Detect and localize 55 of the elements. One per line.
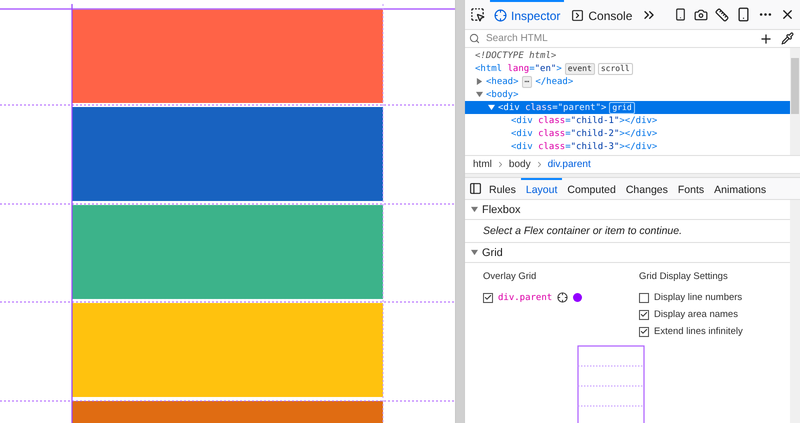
markup-row[interactable]: <div class="child-2"></div> bbox=[465, 127, 790, 140]
collapsed-badge[interactable]: ⋯ bbox=[522, 76, 532, 88]
breadcrumb[interactable]: div.parent bbox=[548, 159, 591, 170]
markup-line: <html lang="en"> bbox=[475, 64, 562, 74]
devtools-tab[interactable]: Inspector bbox=[490, 0, 564, 30]
markup-line: </head> bbox=[535, 76, 574, 86]
search-field[interactable]: Search HTML bbox=[484, 32, 753, 45]
scrollbar[interactable] bbox=[455, 0, 464, 423]
node-badge[interactable]: scroll bbox=[598, 62, 633, 74]
selector-label: div.parent bbox=[498, 292, 552, 302]
sidebar-tab[interactable]: Animations bbox=[709, 178, 772, 200]
markup-line: <div class="child-2"></div> bbox=[511, 128, 658, 138]
markup-row[interactable]: <!DOCTYPE html> bbox=[465, 49, 790, 62]
checkbox[interactable] bbox=[483, 292, 493, 302]
inspector-icon bbox=[494, 9, 507, 22]
checkbox-label: Extend lines infinitely bbox=[654, 326, 743, 337]
sidebar-tab[interactable]: Fonts bbox=[672, 178, 710, 200]
crosshair-icon[interactable] bbox=[557, 292, 568, 303]
markup-line: <div class="child-3"></div> bbox=[511, 142, 658, 152]
sidebar-tab[interactable]: Computed bbox=[562, 178, 621, 200]
checkbox-label: Display line numbers bbox=[654, 292, 742, 303]
column-title: Overlay Grid bbox=[483, 271, 538, 282]
markup-row[interactable]: <div class="parent"> grid bbox=[465, 101, 790, 114]
markup-line: <!DOCTYPE html> bbox=[475, 50, 556, 60]
markup-line: <div class="child-1"></div> bbox=[511, 116, 658, 126]
node-badge[interactable]: event bbox=[564, 62, 595, 74]
checkbox-label: Display area names bbox=[654, 309, 738, 320]
markup-line: <head> bbox=[486, 76, 519, 86]
markup-row[interactable]: <html lang="en"> event scroll bbox=[465, 62, 790, 75]
markup-line: <body> bbox=[486, 90, 519, 100]
sidebar-tab[interactable]: Changes bbox=[620, 178, 673, 200]
column-title: Grid Display Settings bbox=[639, 271, 729, 282]
scrollbar[interactable] bbox=[790, 48, 800, 155]
markup-row[interactable]: <head> ⋯ </head> bbox=[465, 75, 790, 88]
console-icon bbox=[571, 9, 584, 22]
twisty-icon[interactable] bbox=[471, 249, 478, 256]
search-icon bbox=[469, 33, 480, 44]
twisty-icon[interactable] bbox=[476, 91, 483, 98]
scrollbar[interactable] bbox=[790, 200, 800, 423]
markup-row[interactable]: <div class="child-1"></div> bbox=[465, 114, 790, 127]
markup-row[interactable]: <body> bbox=[465, 88, 790, 101]
markup-line: <div class="parent"> bbox=[498, 102, 606, 112]
checkbox[interactable] bbox=[639, 292, 649, 302]
twisty-icon[interactable] bbox=[488, 104, 495, 111]
twisty-icon[interactable] bbox=[476, 78, 483, 85]
sidebar-tab[interactable]: Rules bbox=[484, 178, 521, 200]
breadcrumb[interactable]: body bbox=[508, 159, 531, 170]
devtools-tab[interactable]: Console bbox=[567, 0, 636, 30]
checkbox[interactable] bbox=[639, 310, 649, 320]
node-badge[interactable]: grid bbox=[609, 102, 635, 114]
markup-row[interactable]: <div class="child-3"></div> bbox=[465, 140, 790, 153]
breadcrumb[interactable]: html bbox=[473, 159, 492, 170]
checkbox[interactable] bbox=[639, 326, 649, 336]
color-dot[interactable] bbox=[573, 293, 582, 302]
twisty-icon[interactable] bbox=[471, 206, 478, 213]
